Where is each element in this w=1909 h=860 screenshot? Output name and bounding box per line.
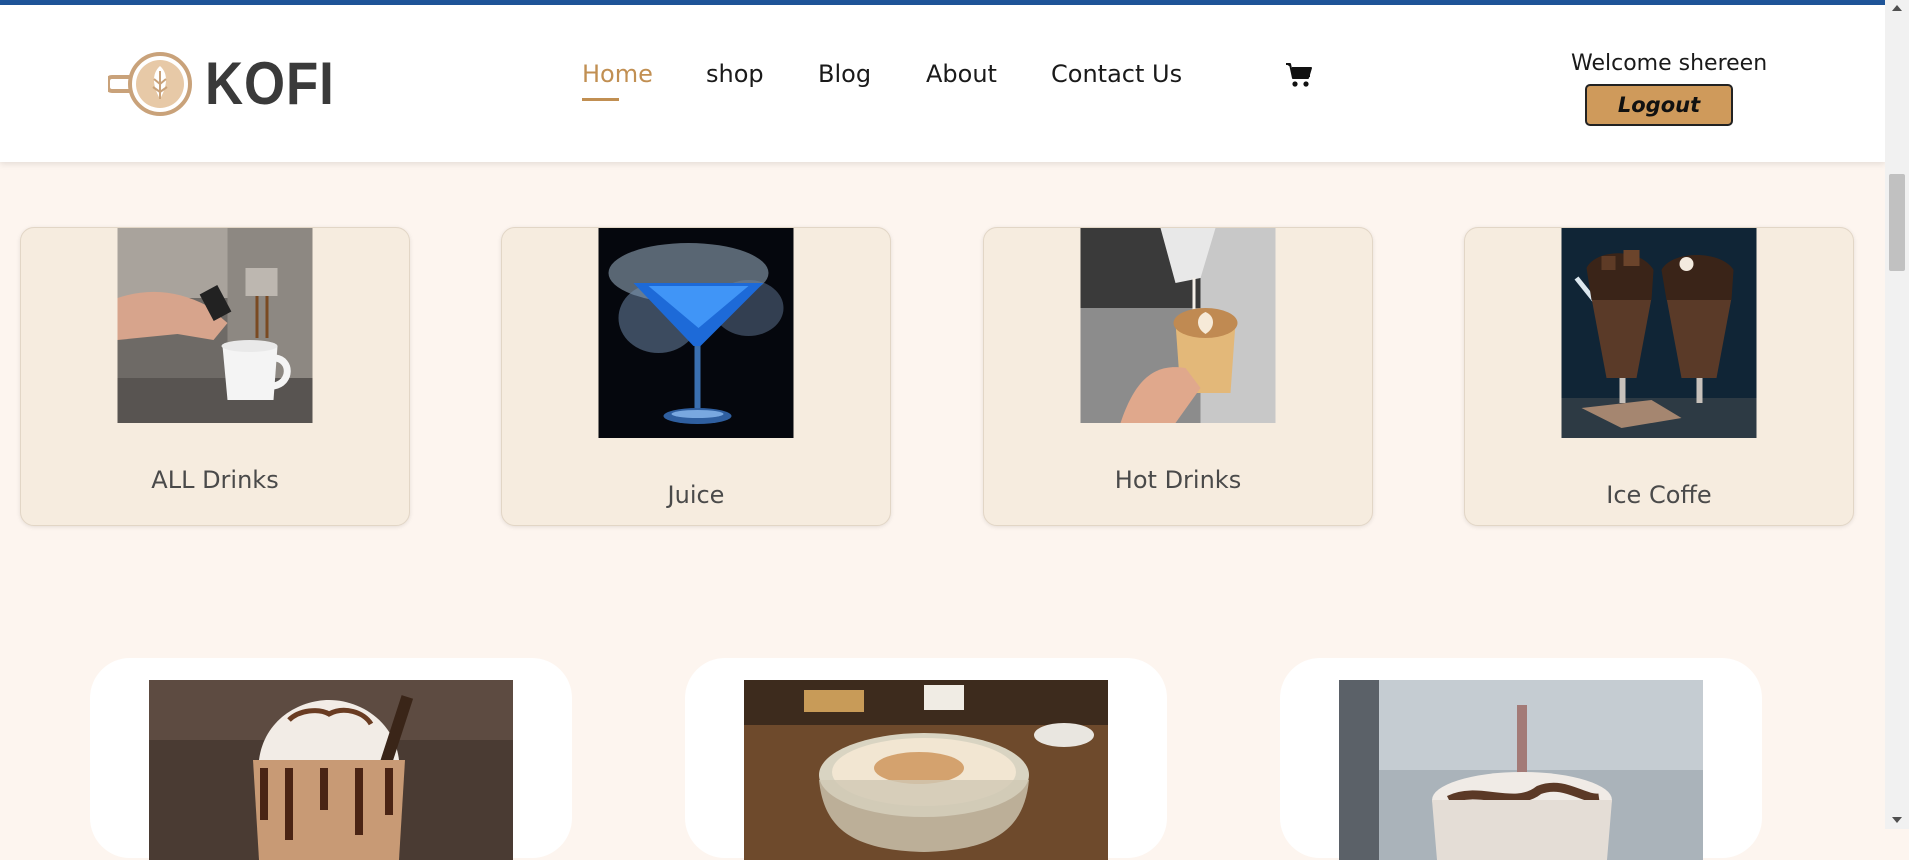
nav-shop[interactable]: shop xyxy=(706,60,764,88)
category-label: Juice xyxy=(667,481,725,509)
nav-about[interactable]: About xyxy=(926,60,997,88)
category-card-ice-coffe[interactable]: Ice Coffe xyxy=(1464,227,1854,526)
active-nav-underline xyxy=(582,98,619,101)
scroll-down-arrow-icon[interactable] xyxy=(1892,817,1902,823)
page-scrollbar[interactable] xyxy=(1885,0,1909,829)
nav-blog[interactable]: Blog xyxy=(818,60,871,88)
chocolate-milkshake-photo xyxy=(1561,228,1757,438)
category-label: Hot Drinks xyxy=(1114,466,1242,494)
brand-logo[interactable]: KOFI xyxy=(108,51,352,117)
scroll-up-arrow-icon[interactable] xyxy=(1892,5,1902,11)
product-card[interactable] xyxy=(90,658,572,860)
category-card-all-drinks[interactable]: ALL Drinks xyxy=(20,227,410,526)
nav-home[interactable]: Home xyxy=(582,60,653,88)
latte-art-cup-photo xyxy=(1080,228,1276,423)
cappuccino-cup-photo xyxy=(744,680,1108,860)
scrollbar-thumb[interactable] xyxy=(1889,174,1905,271)
smoky-blue-cocktail-photo xyxy=(598,228,794,438)
product-card[interactable] xyxy=(1280,658,1762,860)
category-card-hot-drinks[interactable]: Hot Drinks xyxy=(983,227,1373,526)
iced-mocha-photo xyxy=(1339,680,1703,860)
nav-contact-us[interactable]: Contact Us xyxy=(1051,60,1182,88)
espresso-machine-pouring-photo xyxy=(117,228,313,423)
chocolate-frappe-photo xyxy=(149,680,513,860)
category-card-juice[interactable]: Juice xyxy=(501,227,891,526)
category-label: Ice Coffe xyxy=(1606,481,1712,509)
latte-cup-logo-icon xyxy=(108,52,192,116)
shopping-cart-icon[interactable] xyxy=(1285,62,1313,92)
brand-name: KOFI xyxy=(205,50,335,117)
logout-button[interactable]: Logout xyxy=(1585,84,1733,126)
product-card[interactable] xyxy=(685,658,1167,860)
welcome-message: Welcome shereen xyxy=(1571,51,1768,76)
site-header: KOFI Home shop Blog About Contact Us Wel… xyxy=(0,5,1885,162)
category-label: ALL Drinks xyxy=(151,466,279,494)
